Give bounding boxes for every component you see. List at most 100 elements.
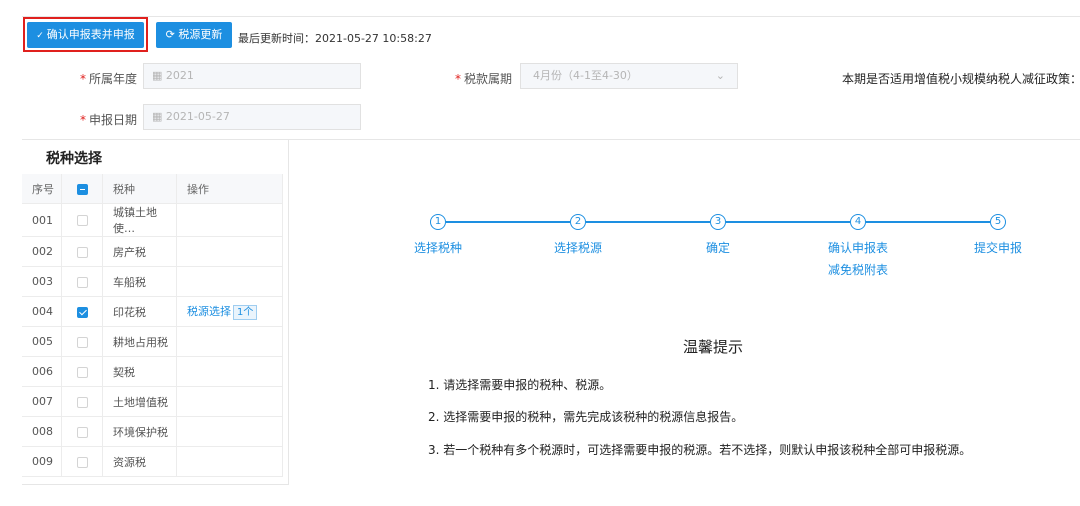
tax-table: 序号 税种 操作 001 城镇土地使… 002 房产税 003 车船税 004 … bbox=[22, 174, 283, 477]
source-count-badge: 1个 bbox=[233, 305, 258, 320]
chevron-down-icon: ⌄ bbox=[715, 69, 725, 82]
row-no: 002 bbox=[22, 236, 62, 267]
source-select-link[interactable]: 税源选择 bbox=[187, 305, 231, 318]
table-row: 005 耕地占用税 bbox=[22, 326, 283, 357]
row-op bbox=[176, 326, 283, 357]
row-no: 001 bbox=[22, 203, 62, 237]
table-bottom-divider bbox=[22, 484, 288, 485]
step-4-label: 确认申报表 bbox=[827, 241, 889, 255]
row-op bbox=[176, 266, 283, 297]
row-op bbox=[176, 416, 283, 447]
row-no: 003 bbox=[22, 266, 62, 297]
top-divider bbox=[22, 16, 1080, 17]
step-connector bbox=[446, 221, 570, 223]
calendar-icon: ▦ bbox=[152, 110, 166, 123]
period-select[interactable]: 4月份（4-1至4-30） ⌄ bbox=[520, 63, 738, 89]
step-1-label: 选择税种 bbox=[413, 241, 463, 255]
row-op bbox=[176, 236, 283, 267]
highlight-box bbox=[23, 17, 148, 52]
step-5-label: 提交申报 bbox=[973, 241, 1023, 255]
row-tax: 环境保护税 bbox=[102, 416, 177, 447]
row-check-cell bbox=[61, 236, 103, 267]
section-divider bbox=[22, 139, 1080, 140]
col-no: 序号 bbox=[22, 174, 62, 204]
row-no: 008 bbox=[22, 416, 62, 447]
table-row: 007 土地增值税 bbox=[22, 386, 283, 417]
row-tax: 资源税 bbox=[102, 446, 177, 477]
year-label: * 所属年度 bbox=[80, 72, 138, 86]
row-check-cell bbox=[61, 266, 103, 297]
step-1-circle: 1 bbox=[430, 214, 446, 230]
row-check-cell bbox=[61, 356, 103, 387]
row-checkbox[interactable] bbox=[76, 276, 88, 288]
row-op: 税源选择 1个 bbox=[176, 296, 283, 327]
table-row: 003 车船税 bbox=[22, 266, 283, 297]
tip-item-1: 1. 请选择需要申报的税种、税源。 bbox=[428, 378, 612, 392]
table-row: 002 房产税 bbox=[22, 236, 283, 267]
row-op bbox=[176, 386, 283, 417]
row-check-cell bbox=[61, 386, 103, 417]
tax-select-title: 税种选择 bbox=[46, 151, 102, 167]
calendar-icon: ▦ bbox=[152, 69, 166, 82]
date-label: * 申报日期 bbox=[80, 113, 138, 127]
tips-title: 温馨提示 bbox=[683, 338, 744, 356]
panel-divider bbox=[288, 139, 289, 485]
select-all-checkbox[interactable] bbox=[76, 183, 88, 195]
row-checkbox[interactable] bbox=[76, 336, 88, 348]
row-check-cell bbox=[61, 296, 103, 327]
tip-item-3: 3. 若一个税种有多个税源时，可选择需要申报的税源。若不选择，则默认申报该税种全… bbox=[428, 443, 972, 457]
row-no: 009 bbox=[22, 446, 62, 477]
step-connector bbox=[866, 221, 990, 223]
row-no: 006 bbox=[22, 356, 62, 387]
row-tax: 车船税 bbox=[102, 266, 177, 297]
col-op: 操作 bbox=[176, 174, 283, 204]
last-update-time: 最后更新时间：2021-05-27 10:58:27 bbox=[238, 32, 432, 45]
row-checkbox[interactable] bbox=[76, 426, 88, 438]
row-checkbox[interactable] bbox=[76, 396, 88, 408]
refresh-source-button[interactable]: ⟳ 税源更新 bbox=[156, 22, 232, 48]
col-tax: 税种 bbox=[102, 174, 177, 204]
table-row: 006 契税 bbox=[22, 356, 283, 387]
row-checkbox[interactable] bbox=[76, 246, 88, 258]
row-checkbox[interactable] bbox=[76, 215, 88, 226]
row-no: 007 bbox=[22, 386, 62, 417]
refresh-icon: ⟳ bbox=[165, 28, 179, 41]
year-field[interactable]: ▦ 2021 bbox=[143, 63, 361, 89]
step-2-label: 选择税源 bbox=[553, 241, 603, 255]
refresh-label: 税源更新 bbox=[178, 28, 223, 41]
row-tax: 印花税 bbox=[102, 296, 177, 327]
row-check-cell bbox=[61, 416, 103, 447]
step-3-circle: 3 bbox=[710, 214, 726, 230]
policy-text: 本期是否适用增值税小规模纳税人减征政策：否 bbox=[842, 72, 1080, 86]
progress-steps: 1 2 3 4 5 选择税种 选择税源 确定 确认申报表 减免税附表 提交申报 bbox=[413, 214, 1055, 294]
step-connector bbox=[726, 221, 850, 223]
step-5-circle: 5 bbox=[990, 214, 1006, 230]
row-checkbox[interactable] bbox=[76, 456, 88, 468]
row-tax: 契税 bbox=[102, 356, 177, 387]
row-check-cell bbox=[61, 203, 103, 237]
select-all-cell bbox=[61, 174, 103, 204]
row-op bbox=[176, 203, 283, 237]
table-row: 009 资源税 bbox=[22, 446, 283, 477]
row-no: 004 bbox=[22, 296, 62, 327]
row-check-cell bbox=[61, 326, 103, 357]
step-4-sublabel: 减免税附表 bbox=[827, 263, 889, 277]
row-tax: 土地增值税 bbox=[102, 386, 177, 417]
row-op bbox=[176, 446, 283, 477]
row-checkbox[interactable] bbox=[76, 366, 88, 378]
step-connector bbox=[586, 221, 710, 223]
table-row: 001 城镇土地使… bbox=[22, 203, 283, 237]
date-field[interactable]: ▦ 2021-05-27 bbox=[143, 104, 361, 130]
row-no: 005 bbox=[22, 326, 62, 357]
table-row: 004 印花税 税源选择 1个 bbox=[22, 296, 283, 327]
step-4-circle: 4 bbox=[850, 214, 866, 230]
row-check-cell bbox=[61, 446, 103, 477]
step-3-label: 确定 bbox=[705, 241, 731, 255]
row-tax: 城镇土地使… bbox=[102, 203, 177, 237]
table-row: 008 环境保护税 bbox=[22, 416, 283, 447]
period-label: * 税款属期 bbox=[455, 72, 513, 86]
row-tax: 房产税 bbox=[102, 236, 177, 267]
step-2-circle: 2 bbox=[570, 214, 586, 230]
row-checkbox[interactable] bbox=[76, 306, 88, 318]
row-op bbox=[176, 356, 283, 387]
